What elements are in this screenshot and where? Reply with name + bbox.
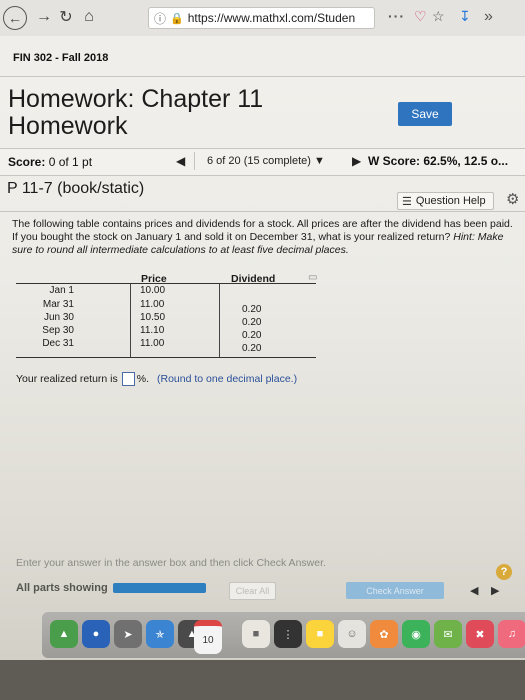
row-date: Dec 31 xyxy=(42,338,74,349)
lock-icon: 🔒 xyxy=(170,12,184,25)
finder-icon[interactable]: ☺ xyxy=(338,620,366,648)
row-dividend: 0.20 xyxy=(242,330,262,341)
back-icon[interactable]: ← xyxy=(3,6,27,30)
page-actions-icon[interactable]: ··· xyxy=(388,8,405,26)
messages-icon[interactable]: ✉ xyxy=(434,620,462,648)
reload-icon[interactable]: ↻ xyxy=(58,6,74,28)
divider xyxy=(0,211,525,212)
desk-background xyxy=(0,660,525,700)
reminders-icon[interactable]: ⋮ xyxy=(274,620,302,648)
hint-label: Hint: xyxy=(453,231,475,243)
url-bar[interactable]: ⓘ 🔒 https://www.mathxl.com/Studen xyxy=(148,7,375,29)
safari-icon[interactable]: ✯ xyxy=(146,620,174,648)
course-bar: FIN 302 - Fall 2018 xyxy=(0,36,525,77)
screen: ← → ↻ ⌂ ⓘ 🔒 https://www.mathxl.com/Stude… xyxy=(0,0,525,700)
clear-all-button[interactable]: Clear All xyxy=(229,582,276,600)
stickies-icon[interactable]: ■ xyxy=(306,620,334,648)
question-selector[interactable]: 6 of 20 (15 complete) ▼ xyxy=(194,152,357,170)
answer-prefix: Your realized return is xyxy=(16,373,118,385)
table-rule xyxy=(16,283,316,284)
score-label: Score: xyxy=(8,155,46,169)
previous-arrow-icon[interactable]: ◀ xyxy=(470,584,478,597)
table-rule xyxy=(16,357,316,358)
news-icon[interactable]: ✖ xyxy=(466,620,494,648)
list-icon: ☰ xyxy=(402,195,412,208)
row-price: 10.50 xyxy=(140,312,166,323)
title-line-2: Homework xyxy=(8,112,128,140)
row-date: Mar 31 xyxy=(42,299,74,310)
parts-label: All parts showing xyxy=(16,582,108,594)
row-dividend: 0.20 xyxy=(242,304,262,315)
page-title: Homework: Chapter 11 Homework xyxy=(8,86,263,140)
copy-table-icon[interactable]: ▭ xyxy=(308,272,317,283)
answer-line: Your realized return is %. (Round to one… xyxy=(16,372,297,386)
question-help-label: Question Help xyxy=(415,195,486,207)
prompt-text: The following table contains prices and … xyxy=(12,218,513,243)
pocket-icon[interactable]: ♡ xyxy=(414,8,427,26)
score: Score: 0 of 1 pt xyxy=(8,155,92,169)
save-button[interactable]: Save xyxy=(398,102,452,126)
browser-toolbar: ← → ↻ ⌂ ⓘ 🔒 https://www.mathxl.com/Stude… xyxy=(0,0,525,37)
home-icon[interactable]: ⌂ xyxy=(80,6,98,28)
gear-icon[interactable]: ⚙ xyxy=(506,190,519,208)
help-icon[interactable]: ? xyxy=(496,564,512,580)
row-price: 11.00 xyxy=(140,338,165,349)
answer-input[interactable] xyxy=(121,372,135,386)
answer-rounding-hint: (Round to one decimal place.) xyxy=(157,373,298,385)
title-line-1: Homework: Chapter 11 xyxy=(8,85,264,113)
row-date: Jun 30 xyxy=(43,312,74,323)
photos-icon[interactable]: ✿ xyxy=(370,620,398,648)
row-dividend: 0.20 xyxy=(242,317,262,328)
row-date: Sep 30 xyxy=(42,325,74,336)
parts-progress-bar xyxy=(113,583,206,593)
question-help-button[interactable]: ☰ Question Help xyxy=(397,192,494,210)
facetime-icon[interactable]: ◉ xyxy=(402,620,430,648)
dock: ▲ ● ➤ ✯ ▲ 10 ■ ⋮ ■ ☺ ✿ ◉ ✉ ✖ ♫ xyxy=(42,612,525,658)
table-column-divider xyxy=(130,284,131,357)
row-price: 11.00 xyxy=(140,299,165,310)
homework-score: W Score: 62.5%, 12.5 o... xyxy=(368,154,509,168)
calendar-icon[interactable]: 10 xyxy=(194,620,222,654)
answer-suffix: %. xyxy=(136,373,150,385)
row-price: 11.10 xyxy=(140,325,165,336)
course-name: FIN 302 - Fall 2018 xyxy=(13,52,109,64)
question-count: 6 of 20 (15 complete) xyxy=(207,155,311,167)
music-icon[interactable]: ♫ xyxy=(498,620,525,648)
table-column-divider xyxy=(219,284,220,357)
next-arrow-icon[interactable]: ▶ xyxy=(491,584,499,597)
score-bar: Score: 0 of 1 pt ◀ 6 of 20 (15 complete)… xyxy=(0,148,525,176)
instruction-text: Enter your answer in the answer box and … xyxy=(16,557,326,569)
overflow-menu-icon[interactable]: » xyxy=(484,8,493,26)
score-value: 0 of 1 pt xyxy=(48,155,93,169)
bookmark-star-icon[interactable]: ☆ xyxy=(432,8,445,26)
siri-icon[interactable]: ● xyxy=(82,620,110,648)
download-icon[interactable]: ↧ xyxy=(459,8,471,26)
chevron-down-icon: ▼ xyxy=(314,155,325,167)
row-date: Jan 1 xyxy=(49,285,74,296)
next-question-icon[interactable]: ▶ xyxy=(352,154,361,168)
forward-icon[interactable]: → xyxy=(36,6,52,28)
notes-icon[interactable]: ■ xyxy=(242,620,270,648)
row-price: 10.00 xyxy=(140,285,166,296)
question-prompt: The following table contains prices and … xyxy=(12,218,514,257)
check-answer-button[interactable]: Check Answer xyxy=(346,582,444,599)
calendar-day: 10 xyxy=(202,634,214,646)
previous-question-icon[interactable]: ◀ xyxy=(176,154,185,168)
url-text: https://www.mathxl.com/Studen xyxy=(187,11,356,25)
launchpad-icon[interactable]: ➤ xyxy=(114,620,142,648)
maps-icon[interactable]: ▲ xyxy=(50,620,78,648)
question-id: P 11-7 (book/static) xyxy=(7,180,145,197)
info-icon[interactable]: ⓘ xyxy=(154,10,166,27)
row-dividend: 0.20 xyxy=(242,343,262,354)
